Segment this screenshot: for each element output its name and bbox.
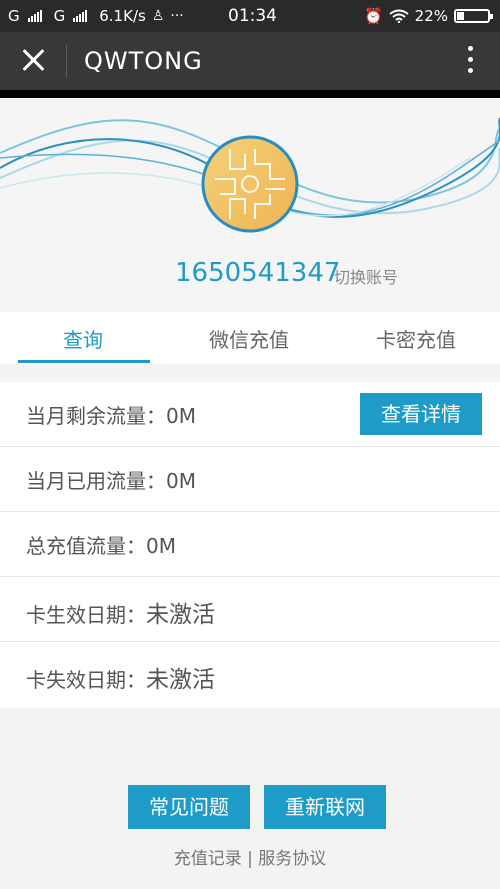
network-speed: 6.1K/s: [99, 7, 146, 25]
app-bar: QWTONG: [0, 32, 500, 90]
account-header: 1650541347 切换账号: [0, 98, 500, 312]
page-title: QWTONG: [84, 47, 203, 75]
account-number: 1650541347: [175, 258, 341, 288]
used-data-value: 0M: [166, 469, 196, 493]
signal-icon: [27, 10, 42, 22]
active-tab-indicator: [18, 360, 150, 363]
separator: |: [247, 849, 253, 869]
list-item: 卡失效日期：未激活: [0, 642, 500, 708]
battery-percent: 22%: [414, 7, 448, 25]
battery-icon: [454, 9, 493, 23]
tab-wechat-recharge[interactable]: 微信充值: [209, 324, 289, 353]
list-item: 当月已用流量：0M: [0, 447, 500, 512]
list-item: 总充值流量：0M: [0, 512, 500, 577]
carrier-label-1: G: [8, 7, 20, 25]
activation-date-label: 卡生效日期：: [26, 603, 146, 627]
list-item: 卡生效日期：未激活: [0, 577, 500, 642]
qq-icon: ♙: [151, 8, 165, 24]
status-bar: G G 6.1K/s ♙ ··· 01:34 ⏰ 22%: [0, 0, 500, 32]
remaining-data-value: 0M: [166, 404, 196, 428]
more-notifications-icon: ···: [170, 8, 184, 24]
more-menu-icon[interactable]: [466, 46, 474, 76]
faq-button[interactable]: 常见问题: [128, 785, 250, 829]
view-details-button[interactable]: 查看详情: [360, 393, 482, 435]
tab-query[interactable]: 查询: [63, 324, 103, 353]
remaining-data-label: 当月剩余流量：: [26, 404, 166, 428]
expiry-date-value: 未激活: [146, 667, 215, 693]
clock: 01:34: [228, 6, 277, 26]
footer-links: 充值记录 | 服务协议: [0, 844, 500, 869]
activation-date-value: 未激活: [146, 602, 215, 628]
recharge-history-link[interactable]: 充值记录: [174, 849, 242, 869]
divider: [0, 90, 500, 98]
divider: [66, 44, 67, 78]
total-recharge-label: 总充值流量：: [26, 534, 146, 558]
carrier-label-2: G: [53, 7, 66, 25]
total-recharge-value: 0M: [146, 534, 176, 558]
used-data-label: 当月已用流量：: [26, 469, 166, 493]
close-icon[interactable]: [20, 46, 48, 74]
alarm-icon: ⏰: [363, 7, 383, 25]
expiry-date-label: 卡失效日期：: [26, 668, 146, 692]
list-item: 当月剩余流量：0M 查看详情: [0, 382, 500, 447]
avatar: [201, 135, 299, 233]
info-list: 当月剩余流量：0M 查看详情 当月已用流量：0M 总充值流量：0M 卡生效日期：…: [0, 382, 500, 708]
tab-bar: 查询 微信充值 卡密充值: [0, 312, 500, 364]
terms-link[interactable]: 服务协议: [258, 849, 326, 869]
reconnect-button[interactable]: 重新联网: [264, 785, 386, 829]
signal-icon: [73, 10, 88, 22]
wifi-icon: [389, 9, 409, 23]
tab-card-recharge[interactable]: 卡密充值: [376, 324, 456, 353]
switch-account-link[interactable]: 切换账号: [334, 264, 398, 288]
